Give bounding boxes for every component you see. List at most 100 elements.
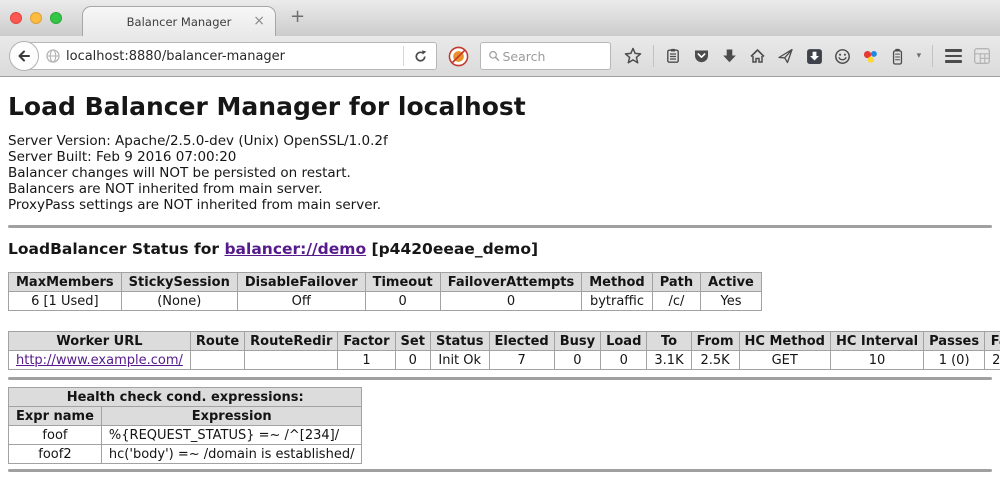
fails-value: 2 (0) [985, 351, 1000, 370]
col-worker-url: Worker URL [9, 332, 191, 351]
bookmark-star-button[interactable] [624, 47, 642, 65]
toolbar-divider [653, 45, 654, 67]
worker-url-link[interactable]: http://www.example.com/ [16, 353, 183, 368]
balancer-heading: LoadBalancer Status for balancer://demo … [8, 240, 992, 258]
battery-dropdown-caret-icon[interactable]: ▾ [917, 51, 922, 61]
from-value: 2.5K [691, 351, 739, 370]
routeredir-value [245, 351, 338, 370]
workers-table: Worker URL Route RouteRedir Factor Set S… [8, 331, 1000, 370]
downloads-button[interactable] [721, 48, 738, 64]
content-blocker-button[interactable] [448, 46, 469, 67]
tab-balancer-manager[interactable]: Balancer Manager × [82, 6, 276, 36]
tab-groups-button[interactable] [973, 47, 991, 65]
params-data-row: 6 [1 Used] (None) Off 0 0 bytraffic /c/ … [9, 292, 762, 311]
active-value: Yes [701, 292, 762, 311]
home-icon [749, 48, 766, 64]
tab-title: Balancer Manager [127, 15, 232, 29]
col-expression: Expression [101, 407, 362, 426]
home-button[interactable] [749, 48, 766, 64]
workers-header-row: Worker URL Route RouteRedir Factor Set S… [9, 332, 1000, 351]
emoji-addon-button[interactable] [834, 48, 851, 65]
browser-window: Balancer Manager × + [0, 0, 1000, 491]
persist-notice-line: Balancer changes will NOT be persisted o… [8, 165, 992, 181]
tab-close-icon[interactable]: × [253, 14, 265, 28]
proxypass-notice-line: ProxyPass settings are NOT inherited fro… [8, 197, 992, 213]
pocket-button[interactable] [693, 48, 710, 64]
col-hc-interval: HC Interval [830, 332, 923, 351]
factor-value: 1 [338, 351, 395, 370]
download-arrow-icon [721, 48, 738, 64]
col-to: To [647, 332, 691, 351]
download-manager-button[interactable] [806, 48, 823, 65]
failoverattempts-value: 0 [440, 292, 582, 311]
method-value: bytraffic [582, 292, 652, 311]
health-table-title: Health check cond. expressions: [9, 388, 362, 407]
set-value: 0 [395, 351, 430, 370]
urlbar-group [9, 41, 437, 71]
battery-addon-button[interactable] [890, 48, 905, 65]
disablefailover-value: Off [237, 292, 365, 311]
clipboard-icon [665, 48, 681, 64]
reading-list-button[interactable] [665, 48, 681, 64]
hc-interval-value: 10 [830, 351, 923, 370]
grid-icon [973, 47, 991, 65]
divider-rule [8, 225, 992, 228]
url-input[interactable] [61, 49, 403, 64]
pocket-icon [693, 48, 710, 64]
divider-rule [8, 469, 992, 472]
reload-icon [413, 49, 428, 64]
colored-dots-icon [862, 48, 879, 65]
maxmembers-value: 6 [1 Used] [9, 292, 122, 311]
reload-button[interactable] [404, 49, 436, 64]
minimize-window-button[interactable] [30, 12, 42, 24]
server-version-line: Server Version: Apache/2.5.0-dev (Unix) … [8, 133, 992, 149]
col-load: Load [601, 332, 647, 351]
back-button[interactable] [9, 41, 39, 71]
menu-button[interactable] [945, 49, 962, 63]
to-value: 3.1K [647, 351, 691, 370]
page-content: Load Balancer Manager for localhost Serv… [0, 92, 1000, 472]
worker-row: http://www.example.com/ 1 0 Init Ok 7 0 … [9, 351, 1000, 370]
col-from: From [691, 332, 739, 351]
col-active: Active [701, 273, 762, 292]
params-header-row: MaxMembers StickySession DisableFailover… [9, 273, 762, 292]
search-bar[interactable] [480, 42, 611, 70]
window-controls [10, 12, 62, 24]
search-icon [488, 49, 500, 63]
smiley-icon [834, 48, 851, 65]
page-title: Load Balancer Manager for localhost [8, 92, 992, 121]
col-path: Path [652, 273, 700, 292]
zoom-window-button[interactable] [50, 12, 62, 24]
balancer-params-table: MaxMembers StickySession DisableFailover… [8, 272, 762, 311]
back-arrow-icon [16, 48, 32, 64]
titlebar: Balancer Manager × + [0, 0, 1000, 36]
send-tab-button[interactable] [777, 48, 794, 64]
server-built-line: Server Built: Feb 9 2016 07:00:20 [8, 149, 992, 165]
hamburger-icon [945, 49, 962, 52]
path-value: /c/ [652, 292, 700, 311]
balancer-link[interactable]: balancer://demo [224, 240, 366, 258]
health-row: foof %{REQUEST_STATUS} =~ /^[234]/ [9, 426, 362, 445]
col-elected: Elected [489, 332, 554, 351]
content-blocker-icon [448, 46, 469, 67]
battery-icon [890, 48, 905, 65]
colors-addon-button[interactable] [862, 48, 879, 65]
close-window-button[interactable] [10, 12, 22, 24]
urlbar[interactable] [24, 42, 437, 70]
server-info: Server Version: Apache/2.5.0-dev (Unix) … [8, 133, 992, 213]
timeout-value: 0 [365, 292, 440, 311]
stickysession-value: (None) [121, 292, 237, 311]
load-value: 0 [601, 351, 647, 370]
new-tab-button[interactable]: + [290, 8, 305, 26]
search-input[interactable] [500, 48, 603, 65]
col-fails: Fails [985, 332, 1000, 351]
col-passes: Passes [924, 332, 985, 351]
col-disablefailover: DisableFailover [237, 273, 365, 292]
col-status: Status [430, 332, 489, 351]
col-maxmembers: MaxMembers [9, 273, 122, 292]
navigation-toolbar: ▾ [0, 36, 1000, 77]
divider-rule [8, 377, 992, 380]
col-set: Set [395, 332, 430, 351]
health-header-row: Expr name Expression [9, 407, 362, 426]
health-row: foof2 hc('body') =~ /domain is establish… [9, 445, 362, 464]
